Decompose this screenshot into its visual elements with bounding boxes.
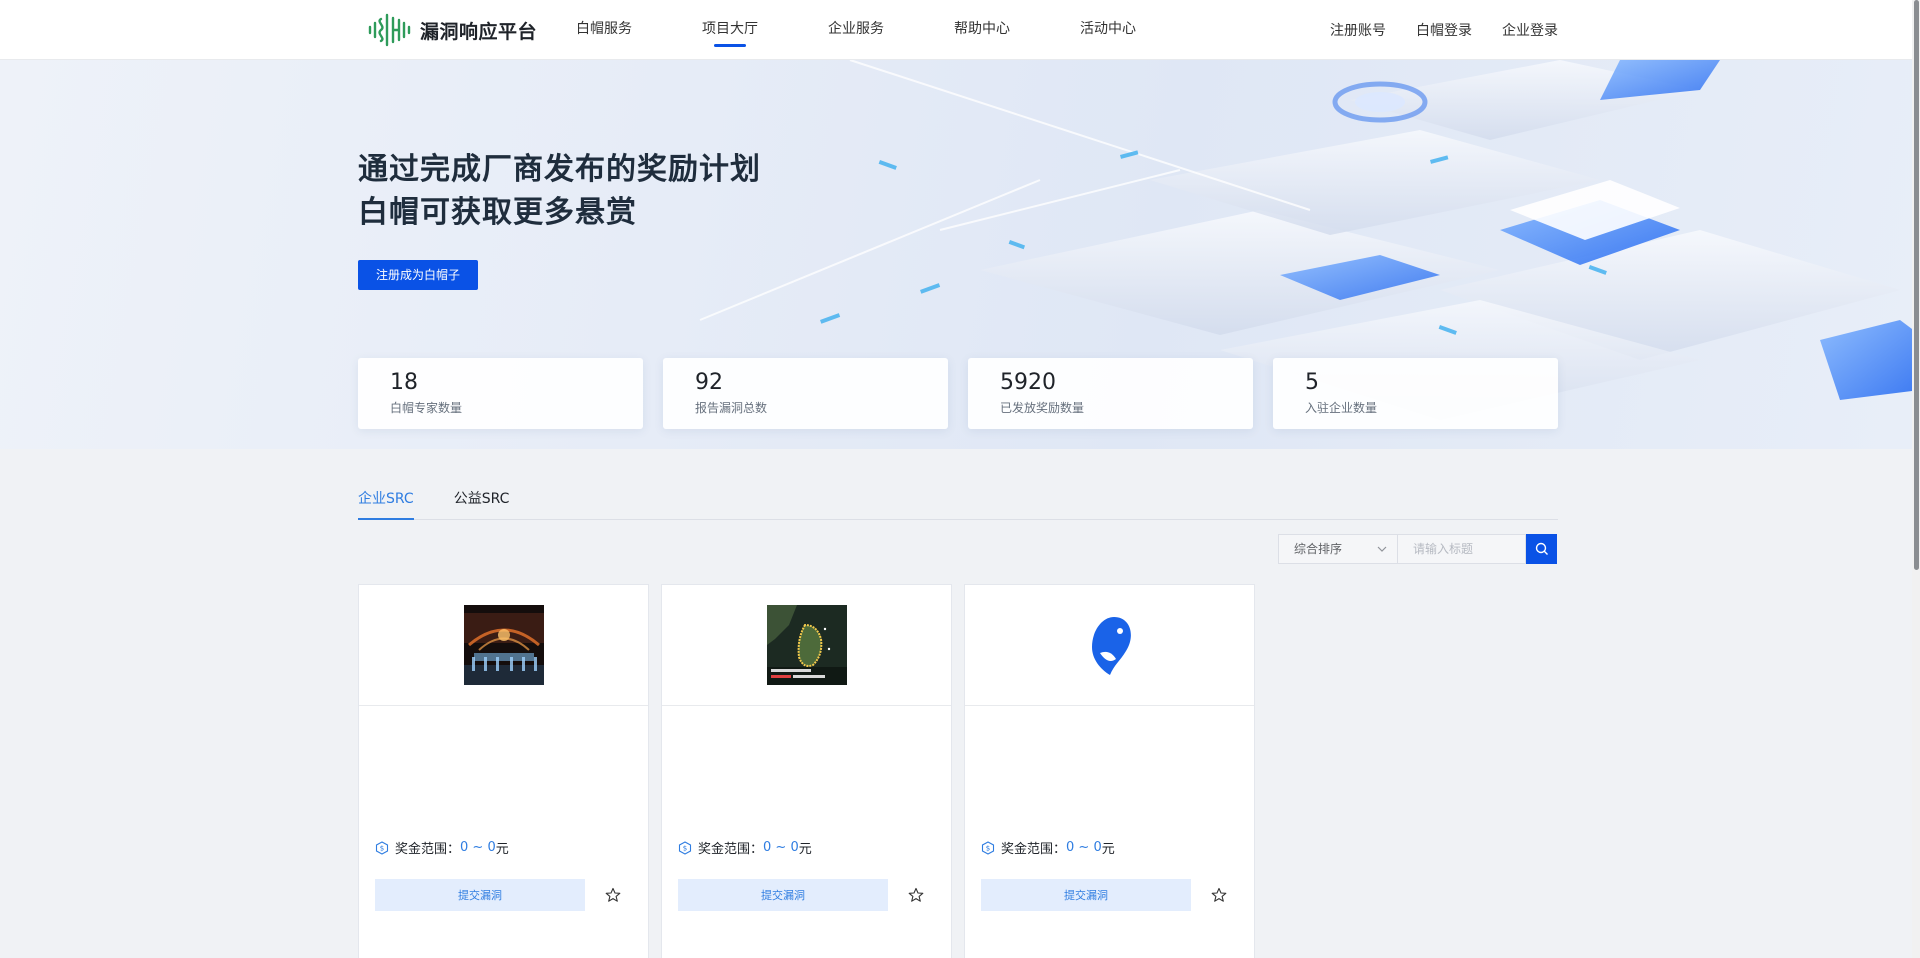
nav-enterprise-services[interactable]: 企业服务 <box>828 0 954 60</box>
nav-help-center[interactable]: 帮助中心 <box>954 0 1080 60</box>
star-icon[interactable] <box>605 887 621 903</box>
bonus-label: 奖金范围： <box>698 842 764 857</box>
enterprise-login-link[interactable]: 企业登录 <box>1502 20 1558 40</box>
coin-icon: $ <box>375 840 389 855</box>
submit-vulnerability-button[interactable]: 提交漏洞 <box>375 879 585 911</box>
src-card[interactable]: $ 奖金范围： 0 ~ 0 元 提交漏洞 <box>964 584 1255 958</box>
search-input[interactable] <box>1398 534 1526 564</box>
src-card[interactable]: $ 奖金范围： 0 ~ 0 元 提交漏洞 <box>358 584 649 958</box>
nav-whitehat-services[interactable]: 白帽服务 <box>576 0 702 60</box>
coin-icon: $ <box>678 840 692 855</box>
bonus-range: $ 奖金范围： 0 ~ 0 元 <box>981 838 1115 857</box>
bonus-label: 奖金范围： <box>1001 842 1067 857</box>
search-icon <box>1535 542 1548 555</box>
svg-text:$: $ <box>380 844 384 852</box>
main-nav: 白帽服务 项目大厅 企业服务 帮助中心 活动中心 <box>576 0 1206 60</box>
auth-links: 注册账号 白帽登录 企业登录 <box>1330 0 1558 60</box>
tab-public-src[interactable]: 公益SRC <box>454 480 510 520</box>
sort-value: 综合排序 <box>1294 542 1343 556</box>
hero-title-line2: 白帽可获取更多悬赏 <box>358 195 637 230</box>
scrollbar-thumb[interactable] <box>1914 0 1919 570</box>
stat-value: 92 <box>695 370 723 395</box>
top-header: 漏洞响应平台 白帽服务 项目大厅 企业服务 帮助中心 活动中心 注册账号 白帽登… <box>0 0 1920 60</box>
card-header <box>662 585 951 706</box>
svg-text:$: $ <box>683 844 687 852</box>
hero-title-line1: 通过完成厂商发布的奖励计划 <box>358 152 761 187</box>
logo-text: 漏洞响应平台 <box>420 20 538 43</box>
bonus-range: $ 奖金范围： 0 ~ 0 元 <box>375 838 509 857</box>
nav-label: 项目大厅 <box>702 21 758 37</box>
nav-label: 企业服务 <box>828 21 884 37</box>
stat-label: 报告漏洞总数 <box>695 401 768 415</box>
stat-value: 18 <box>390 370 418 395</box>
bonus-value: 0 ~ 0 <box>763 840 799 855</box>
bonus-value: 0 ~ 0 <box>460 840 496 855</box>
site-logo[interactable]: 漏洞响应平台 <box>366 10 537 50</box>
tab-enterprise-src[interactable]: 企业SRC <box>358 480 414 520</box>
submit-vulnerability-button[interactable]: 提交漏洞 <box>678 879 888 911</box>
stat-card-experts: 18 白帽专家数量 <box>358 358 643 429</box>
sort-select[interactable]: 综合排序 <box>1278 534 1398 564</box>
nav-label: 活动中心 <box>1080 21 1136 37</box>
bonus-unit: 元 <box>798 842 812 857</box>
stat-label: 入驻企业数量 <box>1305 401 1378 415</box>
bonus-range: $ 奖金范围： 0 ~ 0 元 <box>678 838 812 857</box>
bonus-unit: 元 <box>1101 842 1115 857</box>
hero-illustration <box>699 60 1920 420</box>
card-header <box>359 585 648 706</box>
bonus-unit: 元 <box>495 842 509 857</box>
logo-icon <box>368 13 411 47</box>
nav-label: 白帽服务 <box>576 21 632 37</box>
search-button[interactable] <box>1526 534 1557 564</box>
star-icon[interactable] <box>908 887 924 903</box>
chevron-down-icon <box>1377 546 1387 552</box>
nav-label: 帮助中心 <box>954 21 1010 37</box>
whitehat-login-link[interactable]: 白帽登录 <box>1416 20 1472 40</box>
stat-card-reports: 92 报告漏洞总数 <box>663 358 948 429</box>
stat-value: 5 <box>1305 370 1319 395</box>
bonus-value: 0 ~ 0 <box>1066 840 1102 855</box>
svg-text:$: $ <box>986 844 990 852</box>
submit-vulnerability-button[interactable]: 提交漏洞 <box>981 879 1191 911</box>
hero-banner: 通过完成厂商发布的奖励计划 白帽可获取更多悬赏 注册成为白帽子 18 白帽专家数… <box>0 60 1920 449</box>
stat-card-enterprises: 5 入驻企业数量 <box>1273 358 1558 429</box>
src-card[interactable]: $ 奖金范围： 0 ~ 0 元 提交漏洞 <box>661 584 952 958</box>
register-whitehat-button[interactable]: 注册成为白帽子 <box>358 260 478 290</box>
nav-project-hall[interactable]: 项目大厅 <box>702 0 828 60</box>
stat-card-rewards: 5920 已发放奖励数量 <box>968 358 1253 429</box>
blue-bird-logo <box>1069 605 1150 685</box>
star-icon[interactable] <box>1211 887 1227 903</box>
coin-icon: $ <box>981 840 995 855</box>
active-nav-indicator <box>714 44 746 47</box>
hero-title: 通过完成厂商发布的奖励计划 白帽可获取更多悬赏 <box>358 148 761 234</box>
card-header <box>965 585 1254 706</box>
concert-stage-image <box>463 605 544 685</box>
bonus-label: 奖金范围： <box>395 842 461 857</box>
island-map-image <box>766 605 847 685</box>
nav-events-center[interactable]: 活动中心 <box>1080 0 1206 60</box>
register-link[interactable]: 注册账号 <box>1330 20 1386 40</box>
src-tabs: 企业SRC 公益SRC <box>358 480 1558 520</box>
stat-label: 白帽专家数量 <box>390 401 463 415</box>
stat-label: 已发放奖励数量 <box>1000 401 1085 415</box>
stat-value: 5920 <box>1000 370 1056 395</box>
